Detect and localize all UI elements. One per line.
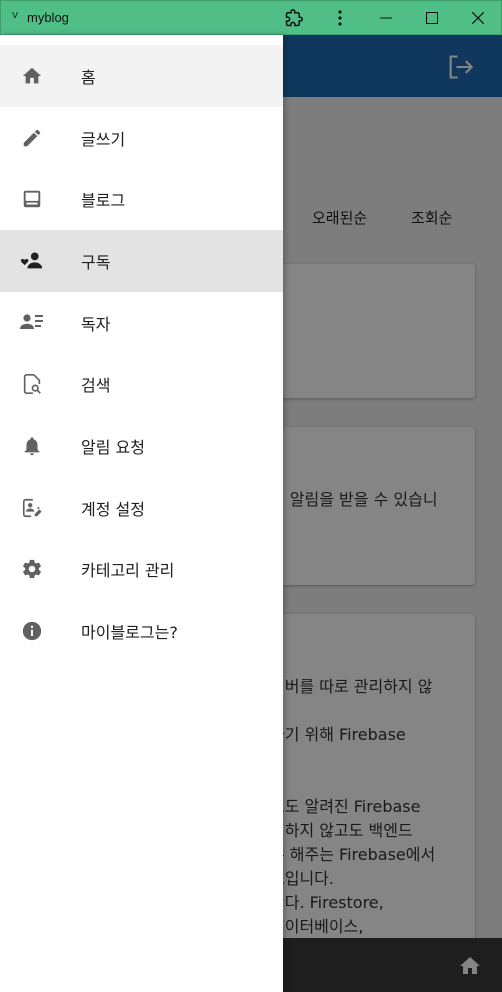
menu-item-label: 블로그 bbox=[81, 191, 126, 211]
bell-icon bbox=[20, 434, 44, 458]
close-icon[interactable] bbox=[455, 1, 501, 34]
readers-icon bbox=[20, 311, 44, 335]
maximize-icon[interactable] bbox=[409, 1, 455, 34]
menu-item-label: 구독 bbox=[81, 252, 111, 272]
more-options-icon[interactable] bbox=[317, 1, 363, 34]
window-titlebar: v myblog bbox=[0, 0, 502, 35]
menu-item-label: 글쓰기 bbox=[81, 129, 126, 149]
pencil-icon bbox=[20, 126, 44, 150]
search-icon bbox=[20, 372, 44, 396]
menu-item-notification-request[interactable]: 알림 요청 bbox=[0, 415, 283, 477]
navigation-drawer: 홈 글쓰기 블로그 구독 독자 검색 알림 요청 계정 설정 카테고리 관리 마… bbox=[0, 35, 283, 992]
home-icon bbox=[20, 64, 44, 88]
menu-item-write[interactable]: 글쓰기 bbox=[0, 107, 283, 169]
minimize-icon[interactable] bbox=[363, 1, 409, 34]
menu-item-search[interactable]: 검색 bbox=[0, 353, 283, 415]
menu-item-category-management[interactable]: 카테고리 관리 bbox=[0, 539, 283, 601]
menu-item-subscribe[interactable]: 구독 bbox=[0, 230, 283, 292]
blog-icon bbox=[20, 187, 44, 211]
menu-item-label: 검색 bbox=[81, 376, 111, 396]
info-icon bbox=[20, 619, 44, 643]
menu-item-label: 알림 요청 bbox=[81, 437, 145, 457]
menu-item-readers[interactable]: 독자 bbox=[0, 292, 283, 354]
menu-item-account-settings[interactable]: 계정 설정 bbox=[0, 477, 283, 539]
menu-item-label: 홈 bbox=[81, 67, 96, 87]
menu-item-home[interactable]: 홈 bbox=[0, 45, 283, 107]
gear-icon bbox=[20, 557, 44, 581]
menu-item-label: 계정 설정 bbox=[81, 499, 145, 519]
menu-item-blog[interactable]: 블로그 bbox=[0, 168, 283, 230]
menu-item-about[interactable]: 마이블로그는? bbox=[0, 600, 283, 662]
account-settings-icon bbox=[20, 496, 44, 520]
menu-item-label: 독자 bbox=[81, 314, 111, 334]
window-menu-caret-icon[interactable]: v bbox=[5, 8, 25, 21]
extensions-icon[interactable] bbox=[271, 1, 317, 34]
subscribe-icon bbox=[20, 249, 44, 273]
menu-item-label: 마이블로그는? bbox=[81, 623, 178, 643]
drawer-menu: 홈 글쓰기 블로그 구독 독자 검색 알림 요청 계정 설정 카테고리 관리 마… bbox=[0, 45, 283, 662]
window-title: myblog bbox=[27, 10, 69, 25]
menu-item-label: 카테고리 관리 bbox=[81, 561, 175, 581]
